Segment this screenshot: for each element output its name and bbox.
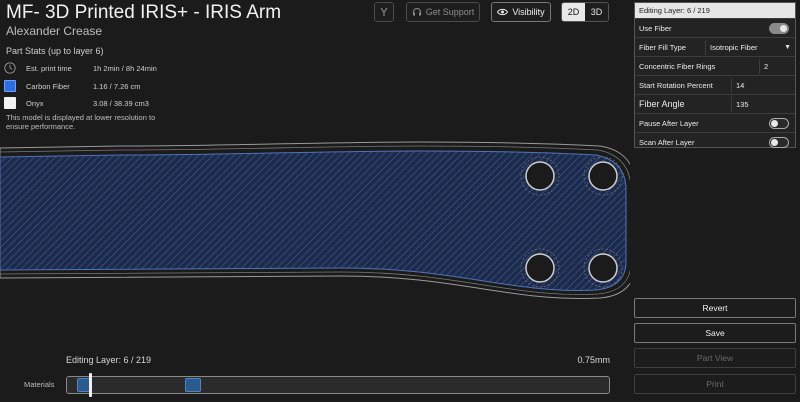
concentric-rings-input[interactable]: 2 bbox=[759, 59, 795, 74]
visibility-label: Visibility bbox=[512, 7, 545, 17]
eye-icon bbox=[497, 8, 509, 16]
view-2d-button[interactable]: 2D bbox=[562, 3, 585, 21]
layer-slider-handle[interactable] bbox=[89, 373, 93, 397]
concentric-rings-row: Concentric Fiber Rings 2 bbox=[635, 56, 795, 75]
start-rotation-input[interactable]: 14 bbox=[731, 78, 795, 93]
stat-value: 1.16 / 7.26 cm bbox=[93, 81, 141, 91]
layer-thickness: 0.75mm bbox=[577, 355, 610, 365]
fiber-angle-input[interactable]: 135 bbox=[731, 97, 795, 112]
fiber-angle-label: Fiber Angle bbox=[639, 99, 685, 109]
stat-row-onyx: Onyx 3.08 / 38.39 cm3 bbox=[4, 96, 149, 110]
slider-layer-label: Editing Layer: 6 / 219 bbox=[66, 355, 152, 365]
layer-settings-panel: Editing Layer: 6 / 219 Use Fiber Fiber F… bbox=[634, 2, 796, 148]
stat-row-carbon-fiber: Carbon Fiber 1.16 / 7.26 cm bbox=[4, 79, 141, 93]
fiber-fill-type-label: Fiber Fill Type bbox=[639, 42, 686, 52]
fiber-layer-segment bbox=[185, 378, 201, 392]
get-support-label: Get Support bbox=[425, 7, 475, 17]
scan-after-layer-toggle[interactable] bbox=[769, 137, 789, 148]
pause-after-layer-toggle[interactable] bbox=[769, 118, 789, 129]
materials-label: Materials bbox=[24, 380, 55, 389]
onyx-swatch-icon bbox=[4, 97, 16, 109]
fiber-angle-row: Fiber Angle 135 bbox=[635, 94, 795, 113]
view-mode-toggle: 2D 3D bbox=[561, 2, 609, 22]
branch-icon bbox=[380, 7, 388, 16]
print-button[interactable]: Print bbox=[634, 374, 796, 394]
use-fiber-label: Use Fiber bbox=[639, 23, 672, 33]
concentric-rings-label: Concentric Fiber Rings bbox=[639, 61, 716, 71]
stat-value: 3.08 / 38.39 cm3 bbox=[93, 98, 149, 108]
caret-down-icon: ▼ bbox=[784, 44, 791, 51]
panel-header: Editing Layer: 6 / 219 bbox=[635, 3, 795, 18]
part-title: MF- 3D Printed IRIS+ - IRIS Arm bbox=[6, 2, 282, 23]
resolution-note: This model is displayed at lower resolut… bbox=[6, 113, 156, 131]
view-3d-button[interactable]: 3D bbox=[585, 3, 608, 21]
visibility-button[interactable]: Visibility bbox=[491, 2, 551, 22]
part-view-button[interactable]: Part View bbox=[634, 348, 796, 368]
pause-after-layer-row: Pause After Layer bbox=[635, 113, 795, 132]
part-stats-heading: Part Stats (up to layer 6) bbox=[6, 46, 104, 56]
scan-after-layer-row: Scan After Layer bbox=[635, 132, 795, 151]
stat-label: Est. print time bbox=[26, 63, 72, 73]
headset-icon bbox=[412, 8, 421, 16]
clock-icon bbox=[4, 62, 16, 74]
fiber-fill-type-row: Fiber Fill Type Isotropic Fiber ▼ bbox=[635, 37, 795, 56]
revert-button[interactable]: Revert bbox=[634, 298, 796, 318]
get-support-button[interactable]: Get Support bbox=[406, 2, 480, 22]
fiber-fill-type-value: Isotropic Fiber bbox=[710, 43, 758, 52]
branch-button[interactable] bbox=[374, 2, 394, 22]
use-fiber-row: Use Fiber bbox=[635, 18, 795, 37]
stat-label: Carbon Fiber bbox=[26, 81, 70, 91]
start-rotation-label: Start Rotation Percent bbox=[639, 80, 713, 90]
author-name: Alexander Crease bbox=[6, 24, 103, 38]
use-fiber-toggle[interactable] bbox=[769, 23, 789, 34]
save-button[interactable]: Save bbox=[634, 323, 796, 343]
scan-after-layer-label: Scan After Layer bbox=[639, 137, 695, 147]
layer-slider-track[interactable] bbox=[66, 373, 610, 397]
stat-value: 1h 2min / 8h 24min bbox=[93, 63, 157, 73]
stat-label: Onyx bbox=[26, 98, 44, 108]
carbon-fiber-swatch-icon bbox=[4, 80, 16, 92]
pause-after-layer-label: Pause After Layer bbox=[639, 118, 699, 128]
fiber-fill-type-select[interactable]: Isotropic Fiber ▼ bbox=[705, 40, 795, 55]
stat-row-print-time: Est. print time 1h 2min / 8h 24min bbox=[4, 61, 157, 75]
start-rotation-row: Start Rotation Percent 14 bbox=[635, 75, 795, 94]
